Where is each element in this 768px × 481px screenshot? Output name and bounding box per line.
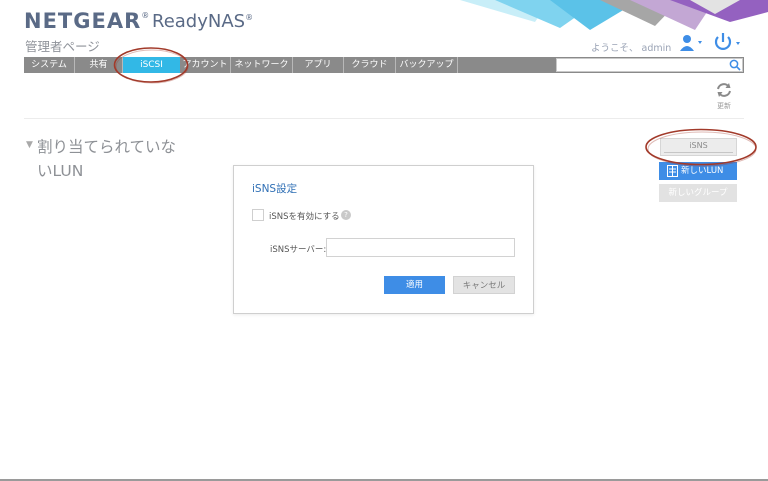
nav-tab-system[interactable]: システム bbox=[24, 57, 75, 73]
search-input[interactable] bbox=[556, 58, 743, 72]
annotation-ring bbox=[113, 47, 189, 84]
refresh-label: 更新 bbox=[717, 102, 731, 110]
refresh-icon[interactable] bbox=[715, 82, 733, 98]
brand-logo: NETGEAR® bbox=[24, 9, 151, 33]
enable-isns-checkbox[interactable] bbox=[252, 209, 264, 221]
page-title: 管理者ページ bbox=[25, 39, 100, 54]
search-icon[interactable] bbox=[728, 58, 742, 72]
nav-tab-backup[interactable]: バックアップ bbox=[396, 57, 458, 73]
isns-server-label: iSNSサーバー: bbox=[270, 245, 327, 255]
enable-isns-label: iSNSを有効にする bbox=[269, 212, 340, 222]
help-icon[interactable]: ? bbox=[341, 210, 351, 220]
dialog-title: iSNS設定 bbox=[252, 183, 298, 195]
nav-tab-network[interactable]: ネットワーク bbox=[231, 57, 293, 73]
welcome-text: ようこそ、 admin bbox=[591, 43, 672, 54]
cancel-button[interactable]: キャンセル bbox=[453, 276, 515, 294]
collapse-arrow-icon[interactable]: ▼ bbox=[26, 140, 33, 150]
apply-button[interactable]: 適用 bbox=[384, 276, 445, 294]
divider bbox=[24, 118, 744, 119]
power-icon[interactable] bbox=[713, 33, 743, 53]
isns-server-field[interactable] bbox=[326, 238, 515, 257]
annotation-ring bbox=[645, 128, 757, 167]
nav-tab-apps[interactable]: アプリ bbox=[293, 57, 344, 73]
section-title: 割り当てられていないLUN bbox=[37, 138, 177, 180]
user-icon[interactable] bbox=[680, 34, 706, 52]
new-group-button[interactable]: 新しいグループ bbox=[659, 184, 737, 202]
nav-tab-cloud[interactable]: クラウド bbox=[344, 57, 396, 73]
product-name: ReadyNAS® bbox=[152, 11, 254, 32]
